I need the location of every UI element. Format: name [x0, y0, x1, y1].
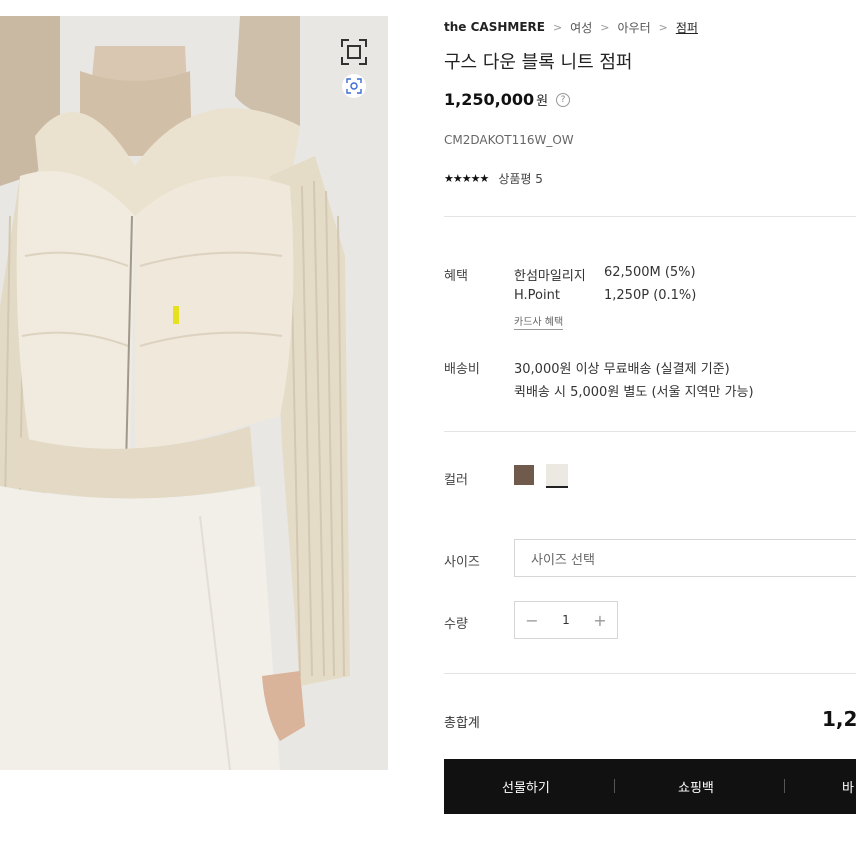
price-currency: 원	[536, 94, 549, 109]
gift-button[interactable]: 선물하기	[502, 759, 550, 814]
chevron-right-icon: >	[552, 20, 563, 34]
chevron-right-icon: >	[658, 20, 668, 34]
chevron-right-icon: >	[600, 20, 610, 34]
shipping-label: 배송비	[444, 362, 480, 377]
size-select-placeholder: 사이즈 선택	[531, 552, 595, 568]
breadcrumb-current[interactable]: 점퍼	[676, 19, 698, 36]
size-select[interactable]: 사이즈 선택	[514, 539, 856, 577]
quantity-value[interactable]: 1	[549, 602, 583, 638]
shipping-quick-text: 퀵배송 시 5,000원 별도 (서울 지역만 가능)	[514, 385, 754, 400]
size-label: 사이즈	[444, 555, 480, 570]
star-rating-icon: ★★★★★	[444, 172, 489, 185]
product-info-panel: the CASHMERE > 여성 > 아우터 > 점퍼 구스 다운 블록 니트…	[444, 0, 856, 856]
product-rating[interactable]: ★★★★★ 상품평 5	[444, 170, 543, 187]
shopping-bag-button[interactable]: 쇼핑백	[678, 759, 714, 814]
product-photo	[0, 16, 388, 770]
benefit-name: 한섬마일리지	[514, 269, 586, 284]
price-row: 1,250,000 원 ?	[444, 90, 571, 109]
info-icon[interactable]: ?	[556, 92, 571, 107]
quantity-stepper: − 1 +	[514, 601, 618, 639]
total-price: 1,25	[822, 707, 856, 731]
breadcrumb-item[interactable]: 여성	[570, 19, 592, 36]
divider	[444, 216, 856, 217]
color-swatch-ivory[interactable]	[546, 464, 568, 488]
color-swatch-brown[interactable]	[514, 465, 534, 485]
divider	[444, 673, 856, 674]
purchase-action-bar: 선물하기 쇼핑백 바	[444, 759, 856, 814]
product-code: CM2DAKOT116W_OW	[444, 133, 574, 147]
product-price: 1,250,000	[444, 90, 535, 109]
color-label: 컬러	[444, 473, 468, 488]
shipping-free-text: 30,000원 이상 무료배송 (실결제 기준)	[514, 362, 730, 377]
product-title: 구스 다운 블록 니트 점퍼	[444, 52, 633, 73]
breadcrumb-item[interactable]: 아우터	[617, 19, 650, 36]
quantity-plus-button[interactable]: +	[583, 602, 617, 638]
action-divider	[784, 779, 785, 793]
total-label: 총합계	[444, 716, 480, 731]
product-image[interactable]	[0, 16, 388, 770]
benefit-value: 62,500M (5%)	[604, 265, 696, 280]
expand-frame-icon[interactable]	[338, 36, 370, 68]
quantity-label: 수량	[444, 617, 468, 632]
buy-now-button[interactable]: 바	[842, 759, 854, 814]
divider	[444, 431, 856, 432]
review-count[interactable]: 상품평 5	[498, 170, 543, 187]
breadcrumb: the CASHMERE > 여성 > 아우터 > 점퍼	[444, 18, 698, 36]
benefits-label: 혜택	[444, 269, 468, 284]
image-search-icon[interactable]	[342, 74, 366, 98]
action-divider	[614, 779, 615, 793]
benefit-name: H.Point	[514, 288, 560, 303]
benefit-value: 1,250P (0.1%)	[604, 288, 697, 303]
card-benefits-link[interactable]: 카드사 혜택	[514, 313, 564, 330]
quantity-minus-button[interactable]: −	[515, 602, 549, 638]
breadcrumb-brand[interactable]: the CASHMERE	[444, 20, 545, 34]
